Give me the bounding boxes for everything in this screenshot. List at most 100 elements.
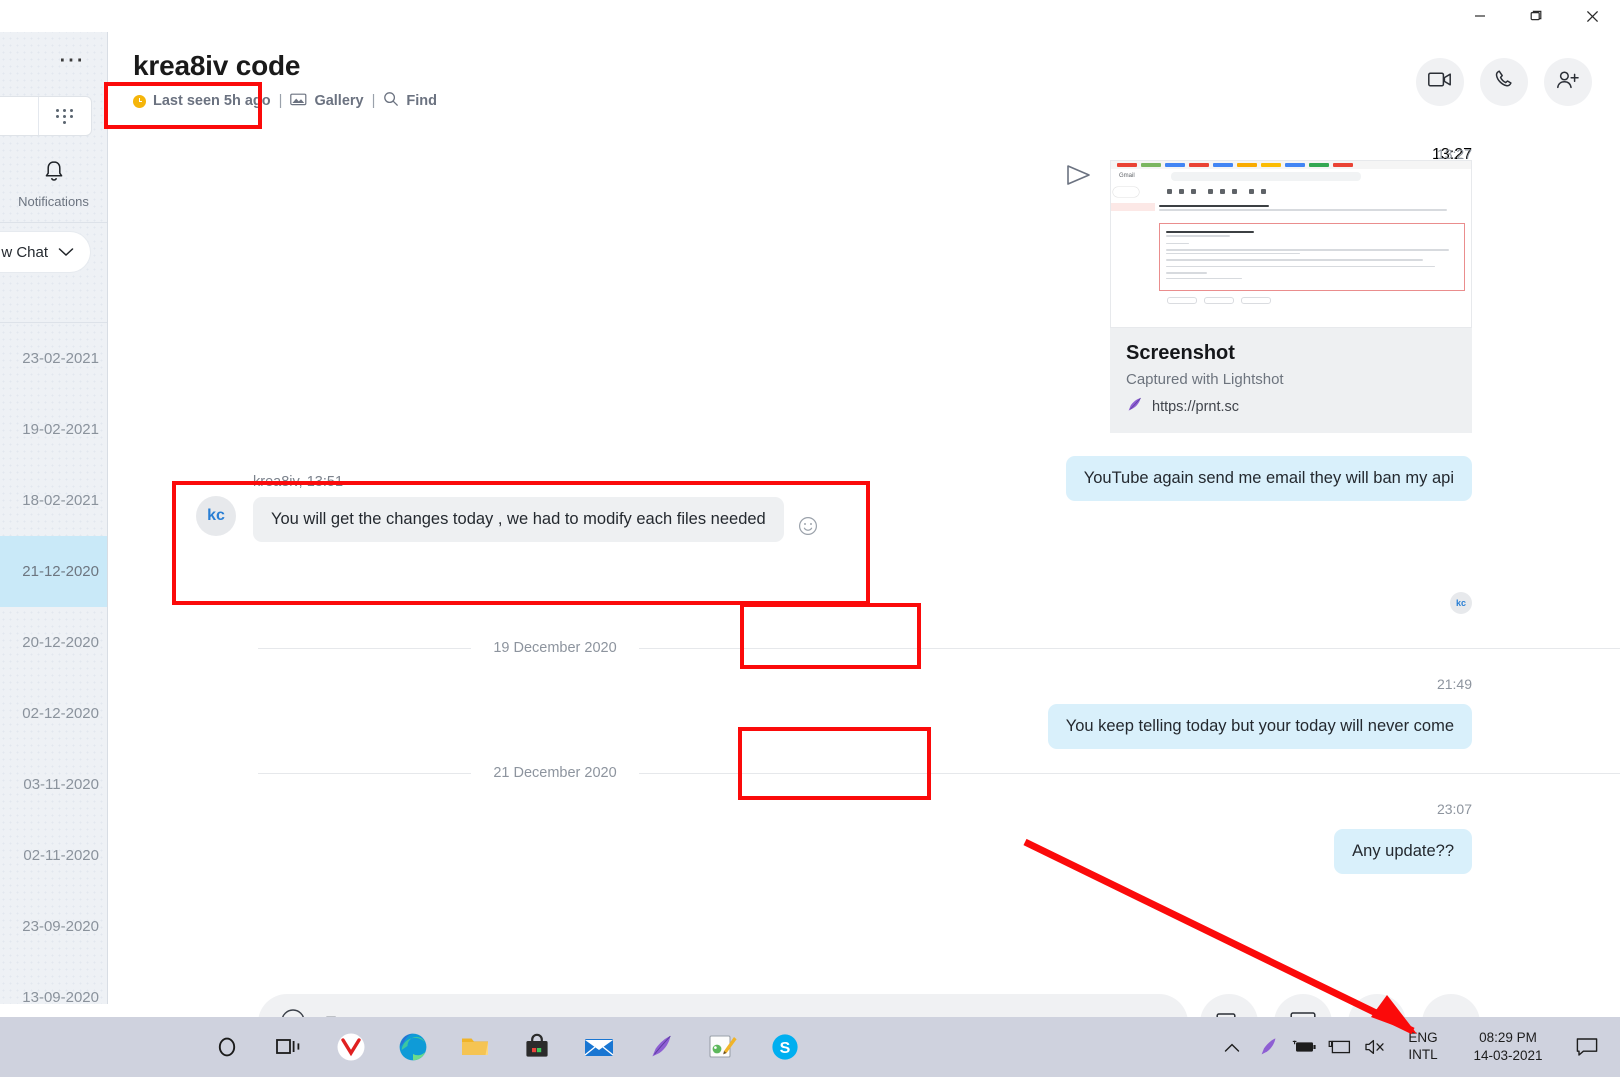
header-actions (1416, 58, 1592, 106)
window-restore-button[interactable] (1508, 0, 1564, 32)
date-separator-label: 19 December 2020 (493, 640, 617, 656)
taskbar-apps: S (0, 1017, 816, 1077)
sidebar-item-date[interactable]: 20-12-2020 (0, 607, 107, 678)
app-grid-icon[interactable] (39, 97, 91, 135)
lightshot-feather-icon (1126, 396, 1143, 417)
sidebar-item-notifications-label: Notifications (18, 194, 89, 209)
left-sidebar: ⋯ Notifications w Chat 23-02-2021 19-02-… (0, 0, 108, 1004)
screenshot-card-link[interactable]: https://prnt.sc (1126, 396, 1456, 417)
search-row (0, 96, 92, 136)
sidebar-item-date[interactable]: 21-12-2020 (0, 536, 107, 607)
screenshot-attachment-card[interactable]: Gmail Screenshot Captured with Lightshot… (1110, 160, 1472, 433)
message-bubble: Any update?? (1334, 829, 1472, 874)
header-status-label: Last seen 5h ago (153, 93, 271, 109)
battery-charging-icon[interactable] (1286, 1017, 1322, 1077)
svg-text:S: S (780, 1040, 791, 1057)
find-button[interactable]: Find (383, 91, 437, 111)
window-close-button[interactable] (1564, 0, 1620, 32)
clock-icon (133, 94, 146, 108)
subheader-separator-1: | (278, 93, 283, 109)
sidebar-item-date[interactable]: 02-12-2020 (0, 678, 107, 749)
add-people-button[interactable] (1544, 58, 1592, 106)
microsoft-store-icon[interactable] (506, 1017, 568, 1077)
chat-header: krea8iv code Last seen 5h ago | Gallery … (108, 32, 1620, 138)
search-input[interactable] (0, 97, 39, 135)
sidebar-item-date-label: 02-11-2020 (23, 847, 99, 864)
date-separator-21-dec: 21 December 2020 (258, 765, 1620, 781)
tray-time: 08:29 PM (1479, 1029, 1537, 1045)
sidebar-item-date-label: 02-12-2020 (22, 705, 99, 722)
window-titlebar (0, 0, 1620, 32)
window-minimize-button[interactable] (1452, 0, 1508, 32)
sidebar-item-date[interactable]: 18-02-2021 (0, 465, 107, 536)
separator-line-right (638, 647, 1620, 649)
file-explorer-icon[interactable] (444, 1017, 506, 1077)
sidebar-item-notifications[interactable]: Notifications (0, 148, 107, 220)
sidebar-item-date[interactable]: 13-09-2020 (0, 962, 107, 1004)
clock-date[interactable]: 08:29 PM 14-03-2021 (1452, 1029, 1564, 1065)
sidebar-item-date[interactable]: 02-11-2020 (0, 820, 107, 891)
subheader-separator-2: | (371, 93, 376, 109)
gallery-label: Gallery (314, 93, 364, 109)
image-icon (290, 92, 307, 110)
yandex-browser-icon[interactable] (320, 1017, 382, 1077)
message-sender-meta: krea8iv, 13:51 (253, 474, 344, 490)
display-icon[interactable] (1322, 1017, 1358, 1077)
separator-line-left (258, 772, 472, 774)
windows-taskbar: S ENG INTL 08:29 PM 14-03-2021 (0, 1017, 1620, 1077)
screenshot-card-title: Screenshot (1126, 342, 1235, 364)
chevron-down-icon (58, 244, 74, 261)
cortana-search-icon[interactable] (196, 1017, 258, 1077)
message-timestamp-2149: 21:49 (1436, 676, 1472, 692)
mail-icon[interactable] (568, 1017, 630, 1077)
sidebar-item-date[interactable]: 03-11-2020 (0, 749, 107, 820)
message-bubble: You keep telling today but your today wi… (1047, 704, 1472, 749)
message-any-update[interactable]: Any update?? (1334, 829, 1472, 874)
screenshot-thumbnail[interactable]: Gmail (1110, 160, 1472, 328)
sidebar-item-date[interactable]: 23-09-2020 (0, 891, 107, 962)
skype-chat-window: ⋯ Notifications w Chat 23-02-2021 19-02-… (0, 0, 1620, 1077)
sidebar-item-date[interactable]: 23-02-2021 (0, 323, 107, 394)
message-timestamp-2307: 23:07 (1436, 801, 1472, 817)
sidebar-item-date-label: 21-12-2020 (22, 563, 99, 580)
chat-date-list[interactable]: 23-02-2021 19-02-2021 18-02-2021 21-12-2020… (0, 323, 107, 1004)
audio-call-button[interactable] (1480, 58, 1528, 106)
new-chat-button[interactable]: w Chat (0, 232, 90, 272)
paint-icon[interactable] (692, 1017, 754, 1077)
separator-line-left (258, 647, 472, 649)
screenshot-card-meta: Screenshot Captured with Lightshot https… (1110, 328, 1472, 433)
sidebar-item-date-label: 20-12-2020 (22, 634, 99, 651)
avatar: kc (196, 496, 236, 536)
action-center-icon[interactable] (1564, 1037, 1610, 1057)
sidebar-divider-top (0, 222, 107, 223)
send-icon[interactable] (1066, 164, 1092, 191)
page-title: krea8iv code (133, 50, 301, 81)
sidebar-item-date[interactable]: 19-02-2021 (0, 394, 107, 465)
microsoft-edge-icon[interactable] (382, 1017, 444, 1077)
sidebar-item-date-label: 19-02-2021 (22, 421, 99, 438)
phone-icon (1494, 69, 1515, 95)
date-separator-19-dec: 19 December 2020 (258, 640, 1620, 656)
lightshot-icon[interactable] (630, 1017, 692, 1077)
message-changes-today[interactable]: kc krea8iv, 13:51 You will get the chang… (196, 474, 818, 542)
sidebar-item-date-label: 18-02-2021 (22, 492, 99, 509)
header-status[interactable]: Last seen 5h ago (133, 93, 271, 109)
emoji-smiley-icon[interactable] (798, 516, 818, 541)
language-line-2: INTL (1408, 1047, 1438, 1062)
message-never-come[interactable]: You keep telling today but your today wi… (1047, 704, 1472, 749)
video-call-button[interactable] (1416, 58, 1464, 106)
screenshot-card-link-text: https://prnt.sc (1152, 398, 1240, 415)
chevron-up-icon[interactable] (1214, 1017, 1250, 1077)
more-horizontal-icon[interactable]: ⋯ (58, 46, 86, 72)
gallery-button[interactable]: Gallery (290, 92, 364, 110)
sidebar-item-date-label: 03-11-2020 (23, 776, 99, 793)
skype-icon[interactable]: S (754, 1017, 816, 1077)
message-list[interactable]: 13:27 13:27 Gmail Screenshot Captured wi… (108, 138, 1620, 982)
language-indicator[interactable]: ENG INTL (1394, 1030, 1452, 1064)
sidebar-item-date-label: 23-09-2020 (22, 918, 99, 935)
message-youtube-ban[interactable]: YouTube again send me email they will ba… (1065, 456, 1472, 501)
lightshot-feather-icon[interactable] (1250, 1017, 1286, 1077)
task-view-icon[interactable] (258, 1017, 320, 1077)
volume-muted-icon[interactable] (1358, 1017, 1394, 1077)
new-chat-label: w Chat (1, 243, 48, 261)
